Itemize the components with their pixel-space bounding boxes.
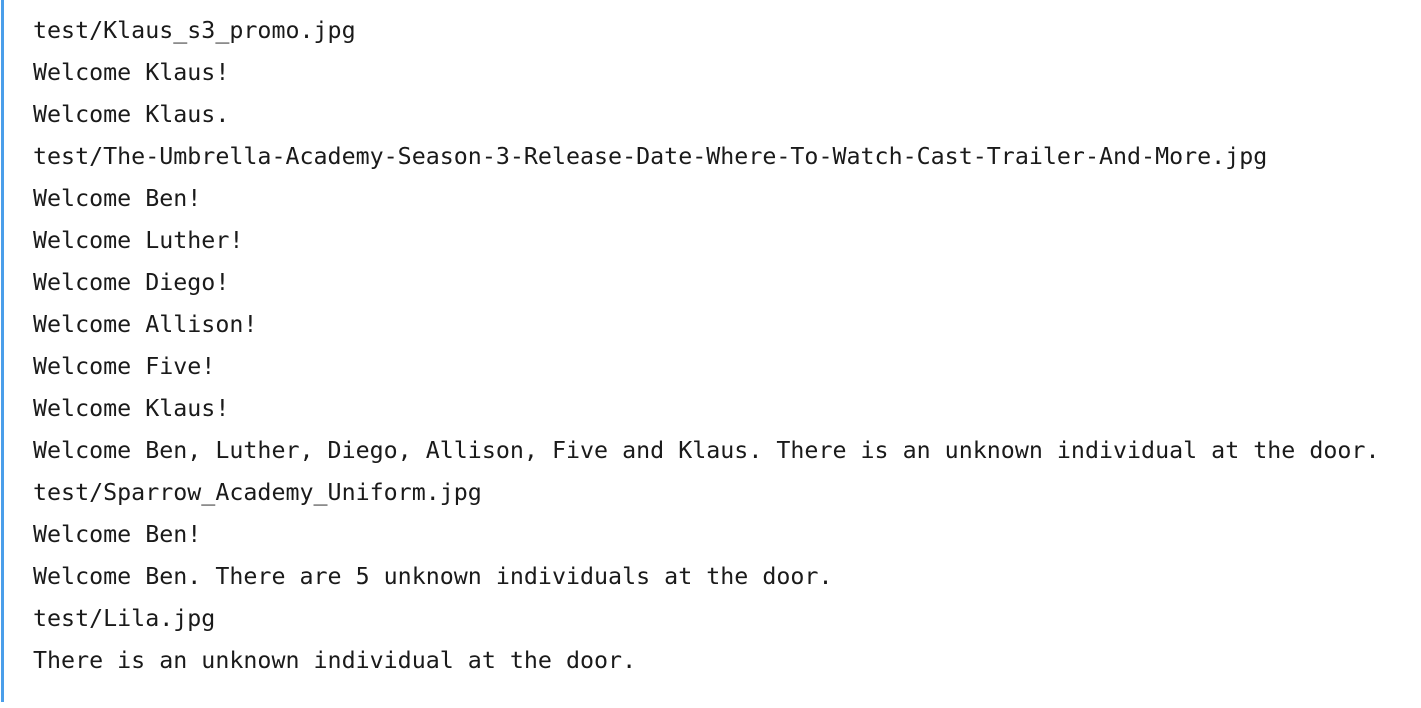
output-line: Welcome Ben! bbox=[33, 521, 202, 548]
output-line: test/The-Umbrella-Academy-Season-3-Relea… bbox=[33, 143, 1268, 170]
output-line: test/Klaus_s3_promo.jpg bbox=[33, 17, 356, 44]
output-line: Welcome Ben, Luther, Diego, Allison, Fiv… bbox=[33, 437, 1380, 464]
output-line: test/Lila.jpg bbox=[33, 605, 216, 632]
output-line: test/Sparrow_Academy_Uniform.jpg bbox=[33, 479, 482, 506]
output-line: Welcome Allison! bbox=[33, 311, 258, 338]
output-line: Welcome Klaus. bbox=[33, 101, 230, 128]
output-line: Welcome Klaus! bbox=[33, 59, 230, 86]
output-line: Welcome Ben! bbox=[33, 185, 202, 212]
output-line: There is an unknown individual at the do… bbox=[33, 647, 637, 674]
notebook-output-cell: test/Klaus_s3_promo.jpg Welcome Klaus! W… bbox=[0, 0, 1421, 708]
output-line: Welcome Ben. There are 5 unknown individ… bbox=[33, 563, 833, 590]
output-line: Welcome Klaus! bbox=[33, 395, 230, 422]
stdout-stream-output: test/Klaus_s3_promo.jpg Welcome Klaus! W… bbox=[33, 0, 1421, 682]
output-line: Welcome Luther! bbox=[33, 227, 244, 254]
output-line: Welcome Diego! bbox=[33, 269, 230, 296]
output-line: Welcome Five! bbox=[33, 353, 216, 380]
output-gutter-bar bbox=[1, 0, 4, 702]
